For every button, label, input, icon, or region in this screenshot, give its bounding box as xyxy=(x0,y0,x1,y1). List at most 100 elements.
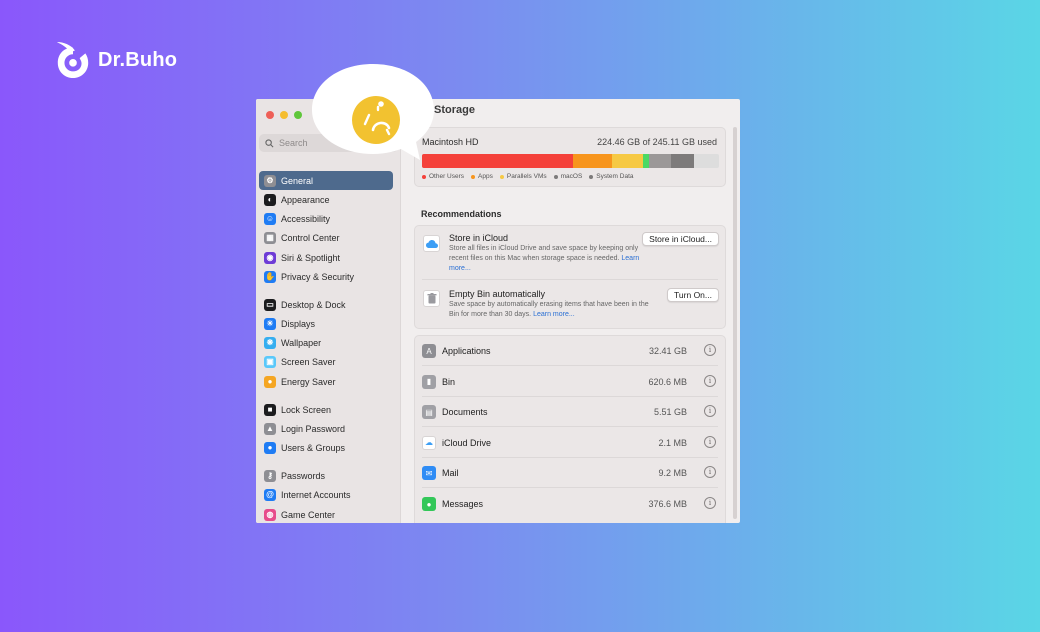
info-icon[interactable]: i xyxy=(704,435,716,448)
sidebar-item-label: Game Center xyxy=(281,509,336,520)
turn-on-button[interactable]: Turn On... xyxy=(667,288,719,302)
sidebar-item-passwords[interactable]: ⚷ Passwords xyxy=(259,466,393,485)
sidebar-item-accessibility[interactable]: ☺ Accessibility xyxy=(259,209,393,228)
legend-item: macOS xyxy=(553,173,582,180)
sidebar-item-label: Desktop & Dock xyxy=(281,299,346,310)
sidebar-item-label: Siri & Spotlight xyxy=(281,252,341,263)
users-icon: ● xyxy=(264,441,276,454)
category-name: Bin xyxy=(442,376,456,387)
category-size: 32.41 GB xyxy=(648,346,687,356)
document-icon: ▤ xyxy=(422,405,436,420)
legend-item: Other Users xyxy=(422,173,464,180)
sidebar-item-label: Internet Accounts xyxy=(281,489,351,500)
sidebar-item-label: Lock Screen xyxy=(281,404,332,415)
category-row-bin[interactable]: ▮ Bin 620.6 MB i xyxy=(415,367,725,397)
sidebar-item-screen-saver[interactable]: ▣ Screen Saver xyxy=(259,352,393,371)
category-row-mail[interactable]: ✉ Mail 9.2 MB i xyxy=(415,458,725,489)
category-name: iCloud Drive xyxy=(442,437,492,448)
padlock-icon: ▲ xyxy=(264,422,276,435)
sidebar-item-desktop-dock[interactable]: ▭ Desktop & Dock xyxy=(259,295,393,314)
sidebar-item-wallpaper[interactable]: ❋ Wallpaper xyxy=(259,333,393,352)
recommendation-title: Store in iCloud xyxy=(449,233,509,243)
usage-segment xyxy=(612,154,644,168)
at-icon: @ xyxy=(264,488,276,501)
siri-icon: ◉ xyxy=(264,251,276,264)
lock-icon: ■ xyxy=(264,403,276,416)
scrollbar[interactable] xyxy=(733,127,737,519)
category-size: 5.51 GB xyxy=(653,407,687,418)
sidebar-item-internet-accounts[interactable]: @ Internet Accounts xyxy=(259,485,393,504)
sidebar-item-label: Login Password xyxy=(281,423,346,434)
info-icon[interactable]: i xyxy=(704,344,716,356)
hand-icon: ✋ xyxy=(264,270,276,283)
category-row-documents[interactable]: ▤ Documents 5.51 GB i xyxy=(415,397,725,428)
legend-dot xyxy=(553,174,558,179)
legend-dot xyxy=(422,174,426,179)
sidebar-item-users-groups[interactable]: ● Users & Groups xyxy=(259,438,393,457)
dr-buho-logo-icon xyxy=(56,41,89,79)
sidebar-item-displays[interactable]: ☀ Displays xyxy=(259,314,393,333)
recommendation-description: Save space by automatically erasing item… xyxy=(449,301,649,318)
legend-item: Apps xyxy=(471,173,493,180)
category-size: 2.1 MB xyxy=(658,437,687,448)
category-name: Documents xyxy=(442,407,488,418)
info-icon[interactable]: i xyxy=(704,466,716,479)
minimize-button[interactable] xyxy=(280,111,288,119)
category-row-applications[interactable]: A Applications 32.41 GB i xyxy=(415,336,725,366)
disk-used-text: 224.46 GB of 245.11 GB used xyxy=(597,137,717,147)
search-icon xyxy=(265,138,274,147)
applications-icon: A xyxy=(422,344,436,358)
speech-bubble xyxy=(312,64,434,160)
sidebar-item-game-center[interactable]: ◍ Game Center xyxy=(259,505,393,523)
info-icon[interactable]: i xyxy=(704,497,716,509)
usage-segment xyxy=(671,154,694,168)
sidebar-item-siri-spotlight[interactable]: ◉ Siri & Spotlight xyxy=(259,248,393,267)
close-button[interactable] xyxy=(266,111,274,119)
recommendation-title: Empty Bin automatically xyxy=(449,289,546,299)
sidebar-item-appearance[interactable]: ◐ Appearance xyxy=(259,190,393,209)
recommendations-title: Recommendations xyxy=(421,209,502,219)
sidebar-item-privacy-security[interactable]: ✋ Privacy & Security xyxy=(259,267,393,286)
gear-icon: ⚙ xyxy=(264,174,276,187)
category-row-icloud-drive[interactable]: ☁ iCloud Drive 2.1 MB i xyxy=(415,428,725,458)
sidebar-item-label: Displays xyxy=(281,318,316,329)
messages-icon: ● xyxy=(422,497,436,511)
sidebar-item-label: Screen Saver xyxy=(281,356,336,367)
category-size: 620.6 MB xyxy=(648,376,687,387)
icloud-icon xyxy=(423,235,440,252)
legend-dot xyxy=(589,174,594,179)
sidebar-item-general[interactable]: ⚙ General xyxy=(259,171,393,190)
zoom-button[interactable] xyxy=(294,111,302,119)
legend-item: System Data xyxy=(589,173,634,180)
sidebar-item-label: Privacy & Security xyxy=(281,271,355,282)
sidebar-item-label: Appearance xyxy=(281,194,330,205)
sidebar-item-energy-saver[interactable]: ● Energy Saver xyxy=(259,372,393,391)
storage-pane: Storage Macintosh HD 224.46 GB of 245.11… xyxy=(401,99,740,523)
storage-usage-bar xyxy=(422,154,719,168)
brand-name: Dr.Buho xyxy=(98,48,178,71)
sidebar-item-login-password[interactable]: ▲ Login Password xyxy=(259,419,393,438)
bin-icon: ▮ xyxy=(422,374,436,389)
sidebar-item-label: Users & Groups xyxy=(281,442,346,453)
legend-label: Other Users xyxy=(429,173,465,180)
sidebar-item-lock-screen[interactable]: ■ Lock Screen xyxy=(259,400,393,419)
learn-more-link[interactable]: Learn more... xyxy=(533,311,575,318)
legend-dot xyxy=(499,174,504,179)
info-icon[interactable]: i xyxy=(704,374,716,387)
info-icon[interactable]: i xyxy=(704,405,716,418)
usage-segment xyxy=(573,154,613,168)
category-row-messages[interactable]: ● Messages 376.6 MB i xyxy=(415,489,725,519)
accessibility-icon: ☺ xyxy=(264,212,276,225)
page-title: Storage xyxy=(434,104,475,116)
sidebar-item-label: Accessibility xyxy=(281,213,331,224)
control-center-icon: ▦ xyxy=(264,231,276,244)
key-icon: ⚷ xyxy=(264,469,276,482)
disk-usage-panel: Macintosh HD 224.46 GB of 245.11 GB used… xyxy=(414,127,726,187)
category-name: Mail xyxy=(442,468,459,479)
category-name: Messages xyxy=(442,499,484,509)
store-in-icloud-button[interactable]: Store in iCloud... xyxy=(642,232,719,246)
sidebar-item-control-center[interactable]: ▦ Control Center xyxy=(259,228,393,247)
worried-face-icon xyxy=(352,96,400,144)
usage-segment xyxy=(422,154,574,168)
legend-label: Parallels VMs xyxy=(506,173,547,180)
